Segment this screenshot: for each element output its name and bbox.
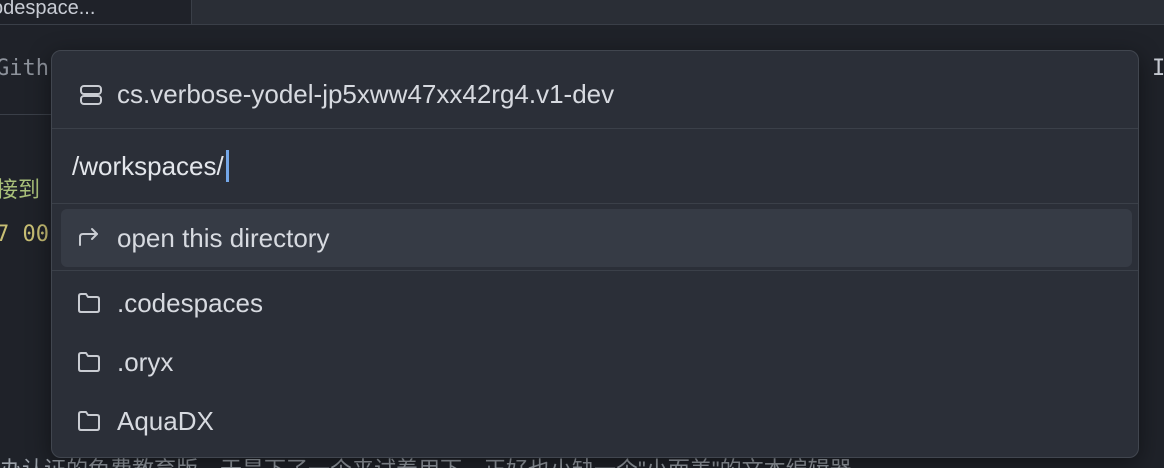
list-item-folder[interactable]: .oryx	[61, 333, 1132, 391]
folder-icon	[78, 352, 100, 372]
list-item-label: .oryx	[117, 347, 174, 377]
server-icon	[80, 85, 102, 105]
remote-host-row: cs.verbose-yodel-jp5xww47xx42rg4.v1-dev	[52, 51, 1138, 129]
list-item-folder[interactable]: AquaDX	[61, 392, 1132, 450]
remote-host-label: cs.verbose-yodel-jp5xww47xx42rg4.v1-dev	[117, 79, 615, 109]
list-item-open-this-directory[interactable]: open this directory	[61, 209, 1132, 267]
text-caret	[225, 150, 229, 182]
path-input-row[interactable]: /workspaces/	[52, 129, 1138, 204]
list-item-label: .codespaces	[117, 288, 263, 318]
background-text-fragment: 7 00	[0, 222, 49, 247]
path-input-value: /workspaces/	[72, 151, 224, 181]
list-item-label: open this directory	[117, 223, 330, 253]
editor-tab-label: odespace...	[0, 0, 96, 19]
path-input[interactable]: /workspaces/	[72, 149, 229, 183]
tab-bar: odespace...	[0, 0, 1164, 25]
list-item-label: AquaDX	[117, 406, 214, 436]
editor-window: odespace... Gith 接到 7 00 I 办认证的免费教育版，于是下…	[0, 0, 1164, 468]
background-text-fragment: Gith	[0, 56, 49, 81]
remote-directory-picker: cs.verbose-yodel-jp5xww47xx42rg4.v1-dev …	[51, 50, 1139, 458]
background-text-fragment: I	[1152, 56, 1164, 81]
list-item-folder[interactable]: .codespaces	[61, 274, 1132, 332]
folder-icon	[78, 293, 100, 313]
list-divider	[52, 270, 1138, 271]
redirect-arrow-icon	[79, 228, 98, 246]
folder-icon	[78, 411, 100, 431]
background-text-fragment: 接到	[0, 178, 41, 203]
editor-tab[interactable]: odespace...	[0, 0, 192, 24]
